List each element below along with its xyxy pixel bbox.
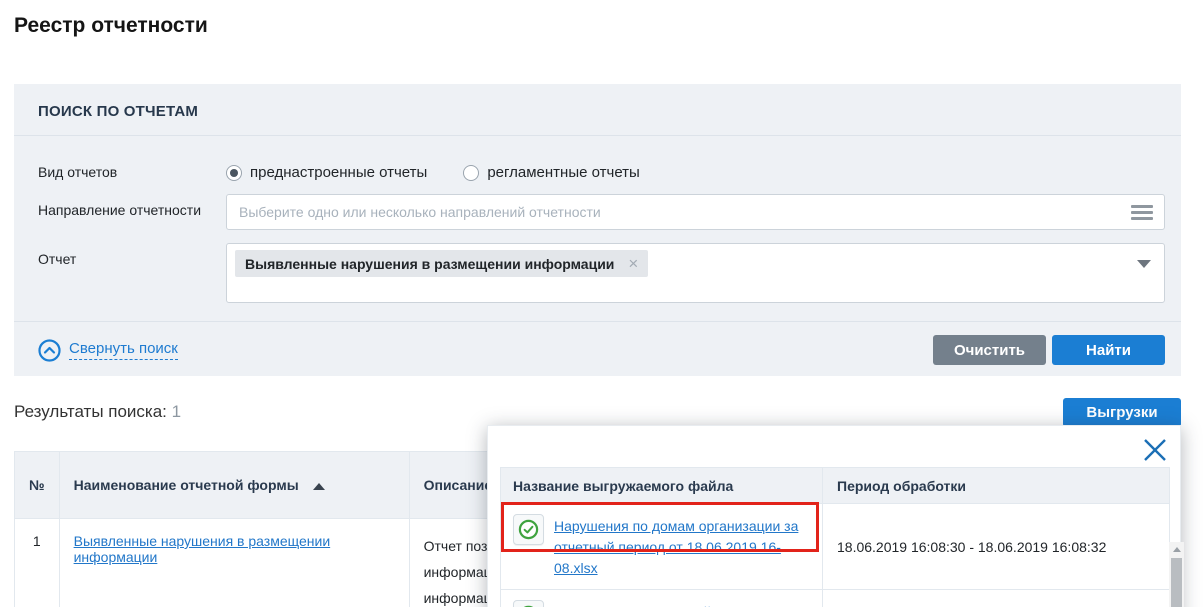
export-period: 18.06.2019 16:05:22 - 18.06.2019 16:05:2… — [822, 590, 1169, 607]
export-period: 18.06.2019 16:08:30 - 18.06.2019 16:08:3… — [822, 504, 1169, 589]
direction-input[interactable] — [226, 194, 1165, 230]
collapse-icon — [38, 339, 61, 362]
results-count: 1 — [172, 402, 181, 421]
direction-label: Направление отчетности — [38, 194, 226, 230]
status-success-icon[interactable] — [513, 514, 544, 545]
page-title: Реестр отчетности — [14, 14, 1203, 38]
search-button[interactable]: Найти — [1052, 335, 1165, 365]
chip-remove-icon[interactable]: × — [628, 255, 638, 272]
exports-header-file: Название выгружаемого файла — [501, 478, 822, 494]
direction-menu-icon[interactable] — [1131, 205, 1153, 220]
exports-button[interactable]: Выгрузки — [1063, 398, 1181, 427]
report-label: Отчет — [38, 243, 226, 303]
scrollbar-thumb[interactable] — [1171, 558, 1182, 607]
sort-asc-icon[interactable] — [313, 483, 325, 490]
radio-preconfigured-reports[interactable] — [226, 165, 242, 181]
collapse-search-link[interactable]: Свернуть поиск — [38, 339, 178, 362]
row-number: 1 — [15, 519, 60, 607]
collapse-search-label[interactable]: Свернуть поиск — [69, 340, 178, 360]
radio-regulated-reports[interactable] — [463, 165, 479, 181]
radio-preconfigured-reports-label[interactable]: преднастроенные отчеты — [250, 164, 427, 181]
exports-header-period: Период обработки — [822, 468, 1169, 503]
results-label: Результаты поиска: — [14, 402, 167, 421]
column-header-name[interactable]: Наименование отчетной формы — [59, 452, 409, 519]
modal-scrollbar[interactable] — [1169, 542, 1184, 607]
search-panel-title: ПОИСК ПО ОТЧЕТАМ — [14, 84, 1181, 136]
clear-button[interactable]: Очистить — [933, 335, 1046, 365]
report-type-label: Вид отчетов — [38, 156, 226, 181]
radio-regulated-reports-label[interactable]: регламентные отчеты — [487, 164, 640, 181]
results-summary: Результаты поиска: 1 — [14, 398, 181, 422]
exports-table: Название выгружаемого файла Период обраб… — [500, 467, 1170, 607]
selected-report-chip-label: Выявленные нарушения в размещении информ… — [245, 256, 614, 272]
export-row: Нарушения за отчетный период от 18.06.20… — [501, 590, 1169, 607]
status-success-icon[interactable] — [513, 600, 544, 607]
exports-modal: Название выгружаемого файла Период обраб… — [487, 425, 1181, 607]
export-row: Нарушения по домам организации за отчетн… — [501, 504, 1169, 590]
export-file-link[interactable]: Нарушения за отчетный период от 18.06.20… — [554, 600, 812, 607]
report-multiselect[interactable]: Выявленные нарушения в размещении информ… — [226, 243, 1165, 303]
close-icon[interactable] — [1141, 436, 1169, 464]
chevron-down-icon[interactable] — [1137, 260, 1151, 268]
report-form-link[interactable]: Выявленные нарушения в размещении информ… — [74, 533, 331, 565]
selected-report-chip: Выявленные нарушения в размещении информ… — [235, 250, 648, 277]
search-panel: ПОИСК ПО ОТЧЕТАМ Вид отчетов преднастрое… — [14, 84, 1181, 376]
export-file-link[interactable]: Нарушения по домам организации за отчетн… — [554, 514, 812, 579]
scroll-up-icon[interactable] — [1169, 542, 1184, 556]
column-header-num: № — [15, 452, 60, 519]
